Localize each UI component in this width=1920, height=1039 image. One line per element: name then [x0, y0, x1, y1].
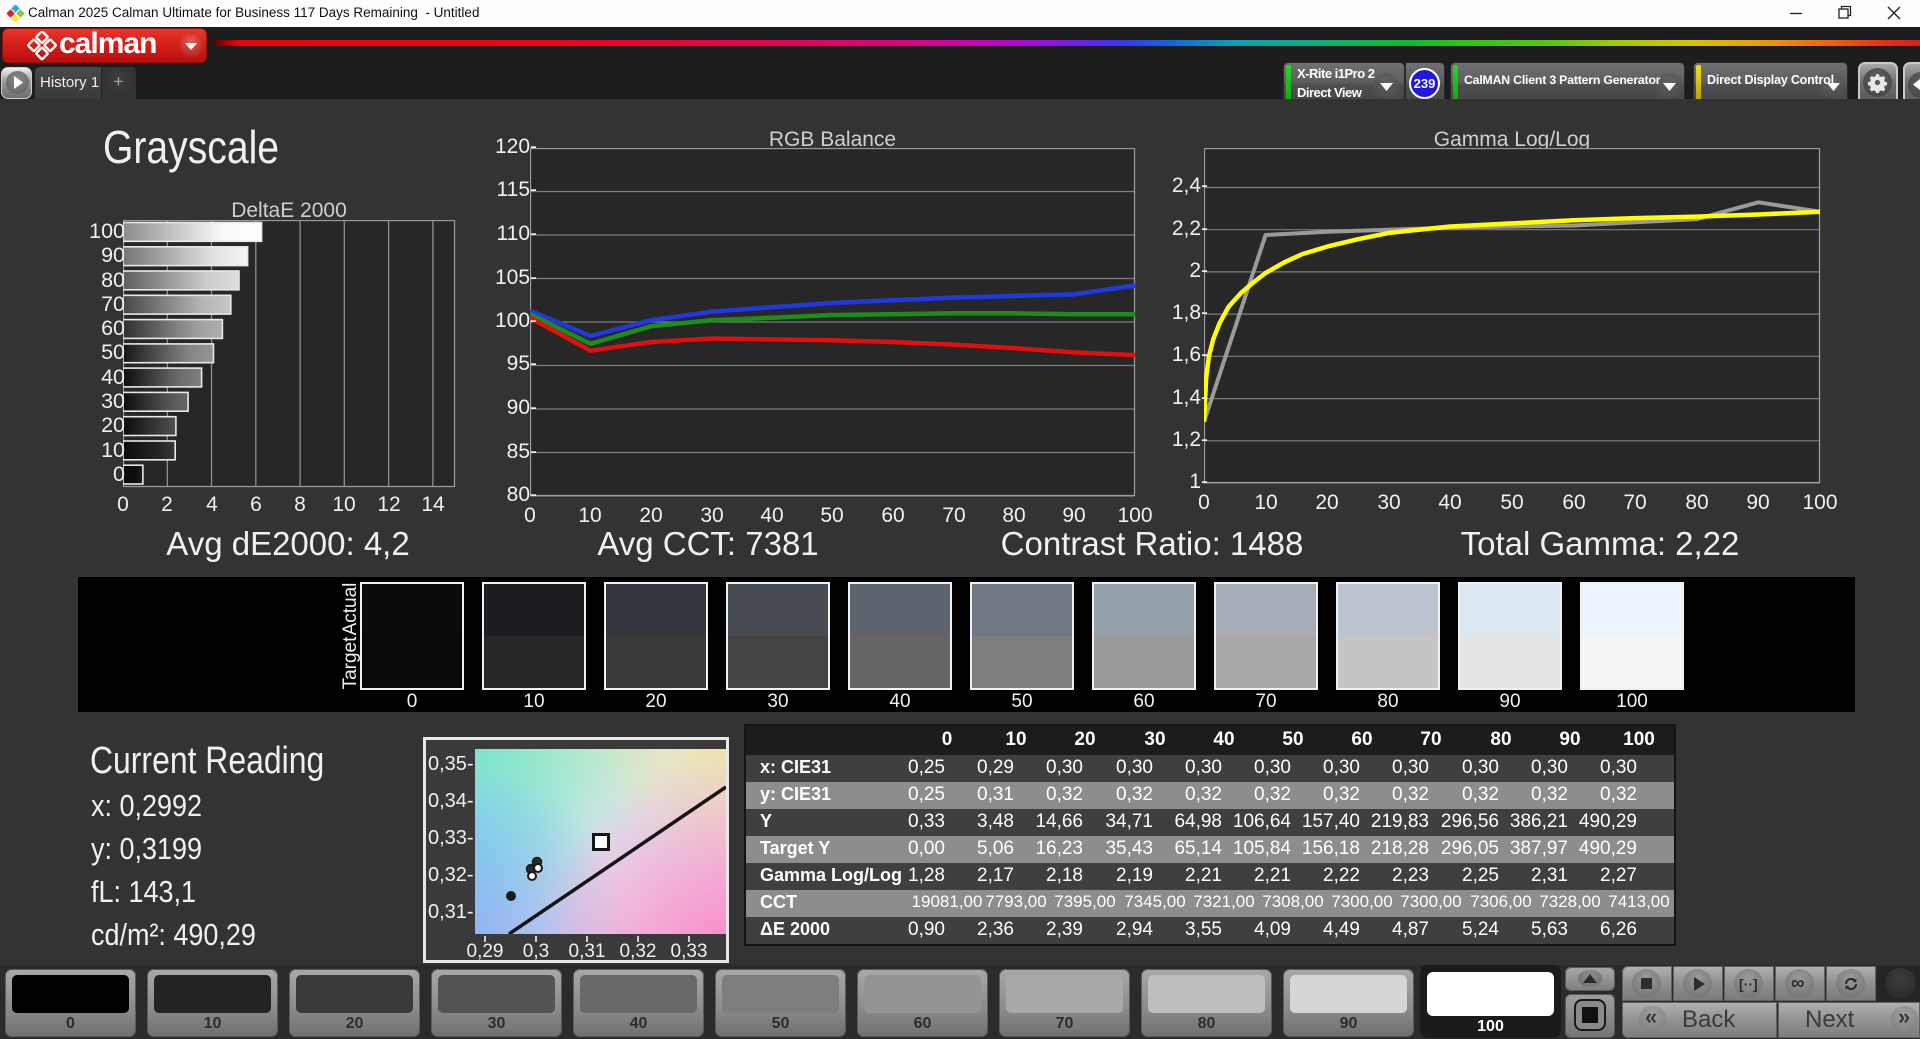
svg-text:Target: Target — [340, 636, 361, 690]
svg-text:Actual: Actual — [340, 583, 361, 636]
